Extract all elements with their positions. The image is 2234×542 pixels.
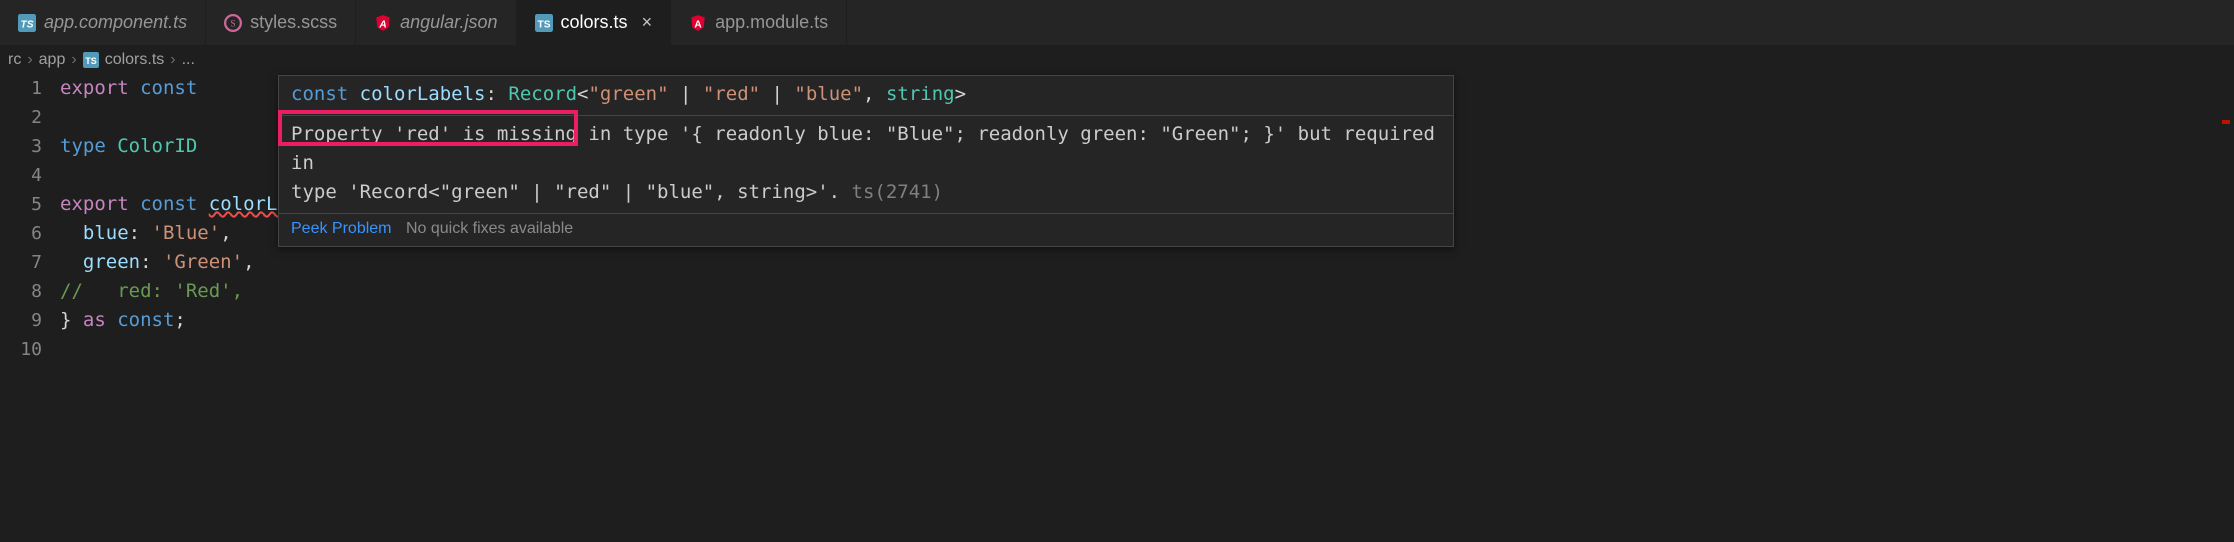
code-line[interactable]	[60, 335, 2234, 364]
code-line[interactable]: green: 'Green',	[60, 248, 2234, 277]
tab-label: app.component.ts	[44, 12, 187, 33]
angular-icon: A	[689, 14, 707, 32]
line-number: 7	[0, 248, 42, 277]
line-number: 3	[0, 132, 42, 161]
breadcrumb[interactable]: rc › app › TS colors.ts › ...	[0, 46, 2234, 74]
svg-text:S: S	[231, 18, 236, 28]
svg-text:A: A	[694, 19, 702, 30]
breadcrumb-segment[interactable]: rc	[8, 51, 21, 69]
svg-text:TS: TS	[21, 19, 34, 30]
tab-label: styles.scss	[250, 12, 337, 33]
angular-icon: A	[374, 14, 392, 32]
tab-label: app.module.ts	[715, 12, 828, 33]
line-number-gutter: 1 2 3 4 5 6 7 8 9 10	[0, 74, 60, 364]
tab-colors-ts[interactable]: TS colors.ts ×	[517, 0, 672, 45]
tab-app-component[interactable]: TS app.component.ts	[0, 0, 206, 45]
tab-styles-scss[interactable]: S styles.scss	[206, 0, 356, 45]
breadcrumb-segment[interactable]: colors.ts	[105, 51, 165, 69]
peek-problem-link[interactable]: Peek Problem	[291, 220, 392, 237]
ts-icon: TS	[83, 52, 99, 68]
breadcrumb-segment[interactable]: app	[39, 51, 66, 69]
hover-tooltip: const colorLabels: Record<"green" | "red…	[278, 75, 1454, 247]
line-number: 5	[0, 190, 42, 219]
line-number: 9	[0, 306, 42, 335]
ts-icon: TS	[535, 14, 553, 32]
code-line[interactable]: // red: 'Red',	[60, 277, 2234, 306]
line-number: 10	[0, 335, 42, 364]
chevron-right-icon: ›	[27, 51, 32, 69]
svg-text:A: A	[378, 19, 386, 30]
ts-icon: TS	[18, 14, 36, 32]
svg-text:TS: TS	[537, 19, 550, 30]
close-icon[interactable]: ×	[642, 12, 653, 33]
code-editor[interactable]: 1 2 3 4 5 6 7 8 9 10 export const type C…	[0, 74, 2234, 364]
tab-angular-json[interactable]: A angular.json	[356, 0, 516, 45]
code-line[interactable]: } as const;	[60, 306, 2234, 335]
tab-app-module[interactable]: A app.module.ts	[671, 0, 847, 45]
scss-icon: S	[224, 14, 242, 32]
scrollbar[interactable]	[2216, 74, 2234, 542]
breadcrumb-segment[interactable]: ...	[182, 51, 195, 69]
svg-text:TS: TS	[85, 56, 97, 66]
hover-signature: const colorLabels: Record<"green" | "red…	[279, 76, 1453, 115]
hover-actions: Peek Problem No quick fixes available	[279, 213, 1453, 246]
tab-label: colors.ts	[561, 12, 628, 33]
line-number: 2	[0, 103, 42, 132]
line-number: 8	[0, 277, 42, 306]
line-number: 6	[0, 219, 42, 248]
hover-error-message: Property 'red' is missing in type '{ rea…	[279, 115, 1453, 213]
line-number: 4	[0, 161, 42, 190]
tab-label: angular.json	[400, 12, 497, 33]
line-number: 1	[0, 74, 42, 103]
code-area[interactable]: export const type ColorID export const c…	[60, 74, 2234, 364]
no-quick-fixes-label: No quick fixes available	[406, 220, 573, 237]
tab-bar: TS app.component.ts S styles.scss A angu…	[0, 0, 2234, 46]
chevron-right-icon: ›	[71, 51, 76, 69]
chevron-right-icon: ›	[170, 51, 175, 69]
